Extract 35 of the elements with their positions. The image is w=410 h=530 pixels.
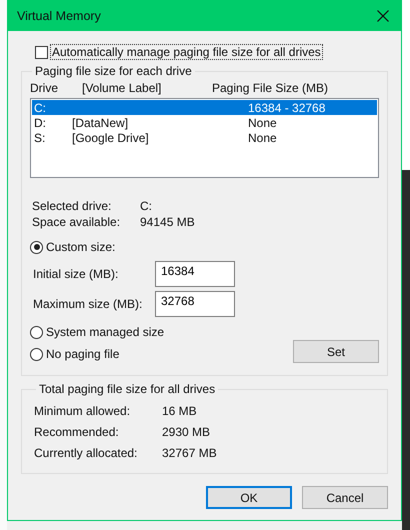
- info-value: 2930 MB: [162, 424, 210, 438]
- field-label: Initial size (MB):: [33, 267, 120, 281]
- group-title: Paging file size for each drive: [34, 64, 193, 78]
- info-label: Recommended:: [34, 424, 120, 438]
- set-button[interactable]: Set: [293, 340, 379, 363]
- radio-label[interactable]: System managed size: [46, 325, 164, 339]
- info-label: Space available:: [32, 215, 122, 229]
- radio-button[interactable]: [30, 240, 43, 254]
- column-header: [Volume Label]: [82, 81, 162, 95]
- info-value: C:: [140, 199, 152, 213]
- field-label: Maximum size (MB):: [33, 297, 144, 311]
- window-title: Virtual Memory: [17, 8, 101, 22]
- dialog-button[interactable]: OK: [206, 486, 292, 509]
- info-value: 32767 MB: [162, 446, 217, 460]
- info-label: Currently allocated:: [34, 446, 138, 460]
- info-label: Minimum allowed:: [34, 404, 132, 418]
- info-value: 94145 MB: [140, 215, 195, 229]
- column-header: Drive: [30, 81, 60, 95]
- input-field[interactable]: 32768: [155, 291, 235, 317]
- drive-row[interactable]: C: 16384 - 32768: [32, 100, 377, 115]
- checkbox-label[interactable]: Automatically manage paging file size for all drives: [51, 45, 322, 59]
- drive-row[interactable]: D: [DataNew] None: [32, 115, 377, 130]
- close-icon[interactable]: [377, 10, 389, 22]
- column-header: Paging File Size (MB): [212, 81, 328, 95]
- radio-button[interactable]: [30, 348, 43, 360]
- drive-row[interactable]: S: [Google Drive] None: [32, 130, 377, 145]
- info-value: 16 MB: [162, 404, 197, 418]
- input-field[interactable]: 16384: [155, 261, 235, 287]
- radio-button[interactable]: [30, 326, 43, 338]
- dialog-button[interactable]: Cancel: [302, 486, 388, 509]
- radio-label[interactable]: No paging file: [46, 347, 120, 361]
- radio-label[interactable]: Custom size:: [46, 240, 116, 254]
- checkbox[interactable]: [35, 46, 48, 58]
- info-label: Selected drive:: [32, 199, 112, 213]
- group-title: Total paging file size for all drives: [38, 382, 216, 396]
